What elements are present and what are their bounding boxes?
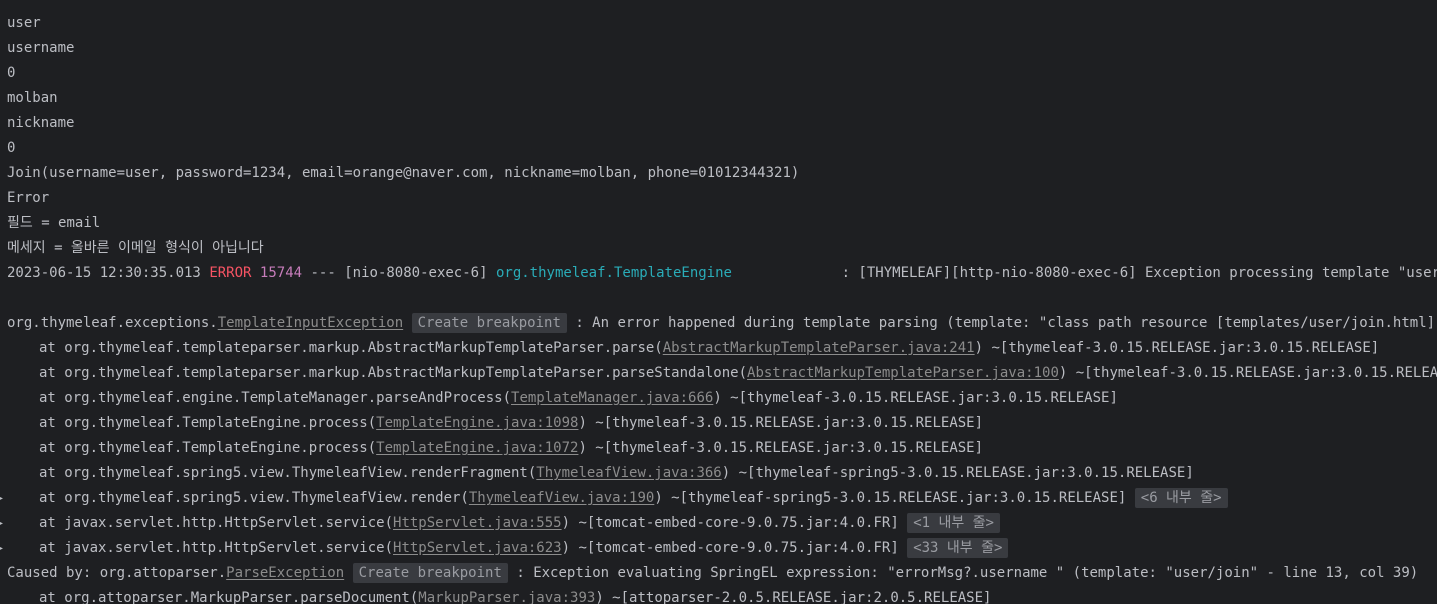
- stack-frame-source-link[interactable]: TemplateEngine.java:1072: [376, 440, 578, 456]
- stack-frame-method: at org.thymeleaf.spring5.view.ThymeleafV…: [39, 465, 537, 481]
- log-message: : [THYMELEAF][http-nio-8080-exec-6] Exce…: [841, 265, 1437, 281]
- stack-frame-jar: ) ~[tomcat-embed-core-9.0.75.jar:4.0.FR]: [561, 515, 899, 531]
- stack-frame-source-link[interactable]: ThymeleafView.java:190: [469, 490, 654, 506]
- console-line: 0: [7, 65, 16, 81]
- stack-frame: at org.thymeleaf.TemplateEngine.process(…: [7, 436, 983, 461]
- exception-line: org.thymeleaf.exceptions.TemplateInputEx…: [7, 311, 1437, 336]
- console-line: 메세지 = 올바른 이메일 형식이 아닙니다: [7, 240, 264, 256]
- console-line: molban: [7, 90, 58, 106]
- stack-frame-source-link[interactable]: TemplateEngine.java:1098: [376, 415, 578, 431]
- console-line: Error: [7, 190, 50, 206]
- stack-frame-jar: ) ~[thymeleaf-3.0.15.RELEASE.jar:3.0.15.…: [713, 390, 1118, 406]
- stack-frame: at org.thymeleaf.spring5.view.ThymeleafV…: [7, 486, 1228, 511]
- create-breakpoint-button[interactable]: Create breakpoint: [352, 563, 508, 583]
- console-line: 필드 = email: [7, 215, 101, 231]
- stack-frame-method: at org.thymeleaf.templateparser.markup.A…: [39, 340, 663, 356]
- stack-frame: at org.thymeleaf.spring5.view.ThymeleafV…: [7, 461, 1194, 486]
- stack-frame-jar: ) ~[thymeleaf-3.0.15.RELEASE.jar:3.0.15.…: [974, 340, 1380, 356]
- log-pid: 15744: [259, 265, 303, 281]
- log-thread: [nio-8080-exec-6]: [344, 265, 488, 281]
- stack-frame-source-link[interactable]: AbstractMarkupTemplateParser.java:241: [663, 340, 975, 356]
- log-logger: org.thymeleaf.TemplateEngine: [495, 265, 732, 281]
- caused-message: : Exception evaluating SpringEL expressi…: [516, 565, 1419, 581]
- stack-frame: at javax.servlet.http.HttpServlet.servic…: [7, 511, 1000, 536]
- fold-arrow-icon[interactable]: ▸: [0, 536, 4, 561]
- console-line: Join(username=user, password=1234, email…: [7, 165, 800, 181]
- log-separator: ---: [310, 265, 336, 281]
- stack-frame-method: at org.attoparser.MarkupParser.parseDocu…: [39, 590, 419, 604]
- caused-class-link[interactable]: ParseException: [226, 565, 344, 581]
- stack-frame-source-link[interactable]: HttpServlet.java:623: [393, 540, 562, 556]
- internal-lines-fold[interactable]: <1 내부 줄>: [907, 513, 1000, 533]
- console-line: nickname: [7, 115, 75, 131]
- fold-arrow-icon[interactable]: ▸: [0, 511, 4, 536]
- stack-frame: at org.thymeleaf.TemplateEngine.process(…: [7, 411, 983, 436]
- stack-frame-jar: ) ~[tomcat-embed-core-9.0.75.jar:4.0.FR]: [561, 540, 899, 556]
- stack-frame: at org.attoparser.MarkupParser.parseDocu…: [7, 586, 991, 604]
- console-line: 0: [7, 140, 16, 156]
- stack-frame-source-link[interactable]: MarkupParser.java:393: [418, 590, 595, 604]
- stack-frame-method: at org.thymeleaf.engine.TemplateManager.…: [39, 390, 512, 406]
- stack-frame: at org.thymeleaf.engine.TemplateManager.…: [7, 386, 1118, 411]
- create-breakpoint-button[interactable]: Create breakpoint: [411, 313, 567, 333]
- stack-frame-method: at javax.servlet.http.HttpServlet.servic…: [39, 540, 394, 556]
- stack-frame-source-link[interactable]: ThymeleafView.java:366: [536, 465, 721, 481]
- stack-frame-jar: ) ~[attoparser-2.0.5.RELEASE.jar:2.0.5.R…: [595, 590, 992, 604]
- caused-by-prefix: Caused by: org.attoparser.: [7, 565, 227, 581]
- fold-arrow-icon[interactable]: ▸: [0, 486, 4, 511]
- caused-by-line: Caused by: org.attoparser.ParseException…: [7, 561, 1418, 586]
- stack-frame-method: at org.thymeleaf.TemplateEngine.process(: [39, 440, 377, 456]
- stack-frame-source-link[interactable]: TemplateManager.java:666: [511, 390, 713, 406]
- stack-frame-jar: ) ~[thymeleaf-spring5-3.0.15.RELEASE.jar…: [721, 465, 1194, 481]
- console-line: username: [7, 40, 75, 56]
- console-line: user: [7, 15, 41, 31]
- stack-frame-method: at javax.servlet.http.HttpServlet.servic…: [39, 515, 394, 531]
- stack-frame-method: at org.thymeleaf.templateparser.markup.A…: [39, 365, 748, 381]
- stack-frame-jar: ) ~[thymeleaf-3.0.15.RELEASE.jar:3.0.15.…: [578, 415, 984, 431]
- internal-lines-fold[interactable]: <33 내부 줄>: [907, 538, 1009, 558]
- stack-frame: at org.thymeleaf.templateparser.markup.A…: [7, 361, 1437, 386]
- stack-frame: at javax.servlet.http.HttpServlet.servic…: [7, 536, 1009, 561]
- stack-frame-source-link[interactable]: AbstractMarkupTemplateParser.java:100: [747, 365, 1059, 381]
- stack-frame-method: at org.thymeleaf.spring5.view.ThymeleafV…: [39, 490, 469, 506]
- stack-frame-jar: ) ~[thymeleaf-3.0.15.RELEASE.jar:3.0.15.…: [578, 440, 984, 456]
- stack-frame-source-link[interactable]: HttpServlet.java:555: [393, 515, 562, 531]
- exception-package: org.thymeleaf.exceptions.: [7, 315, 218, 331]
- stack-frame-jar: ) ~[thymeleaf-spring5-3.0.15.RELEASE.jar…: [654, 490, 1127, 506]
- log-timestamp: 2023-06-15 12:30:35.013: [7, 265, 201, 281]
- stack-frame-method: at org.thymeleaf.TemplateEngine.process(: [39, 415, 377, 431]
- exception-class-link[interactable]: TemplateInputException: [218, 315, 403, 331]
- log-line: 2023-06-15 12:30:35.013 ERROR 15744 --- …: [7, 261, 1437, 286]
- log-level: ERROR: [209, 265, 252, 281]
- exception-message: : An error happened during template pars…: [575, 315, 1437, 331]
- stack-frame-jar: ) ~[thymeleaf-3.0.15.RELEASE.jar:3.0.15.…: [1058, 365, 1437, 381]
- internal-lines-fold[interactable]: <6 내부 줄>: [1134, 488, 1228, 508]
- stack-frame: at org.thymeleaf.templateparser.markup.A…: [7, 336, 1379, 361]
- console-output: user username 0 molban nickname 0 Join(u…: [0, 0, 1437, 604]
